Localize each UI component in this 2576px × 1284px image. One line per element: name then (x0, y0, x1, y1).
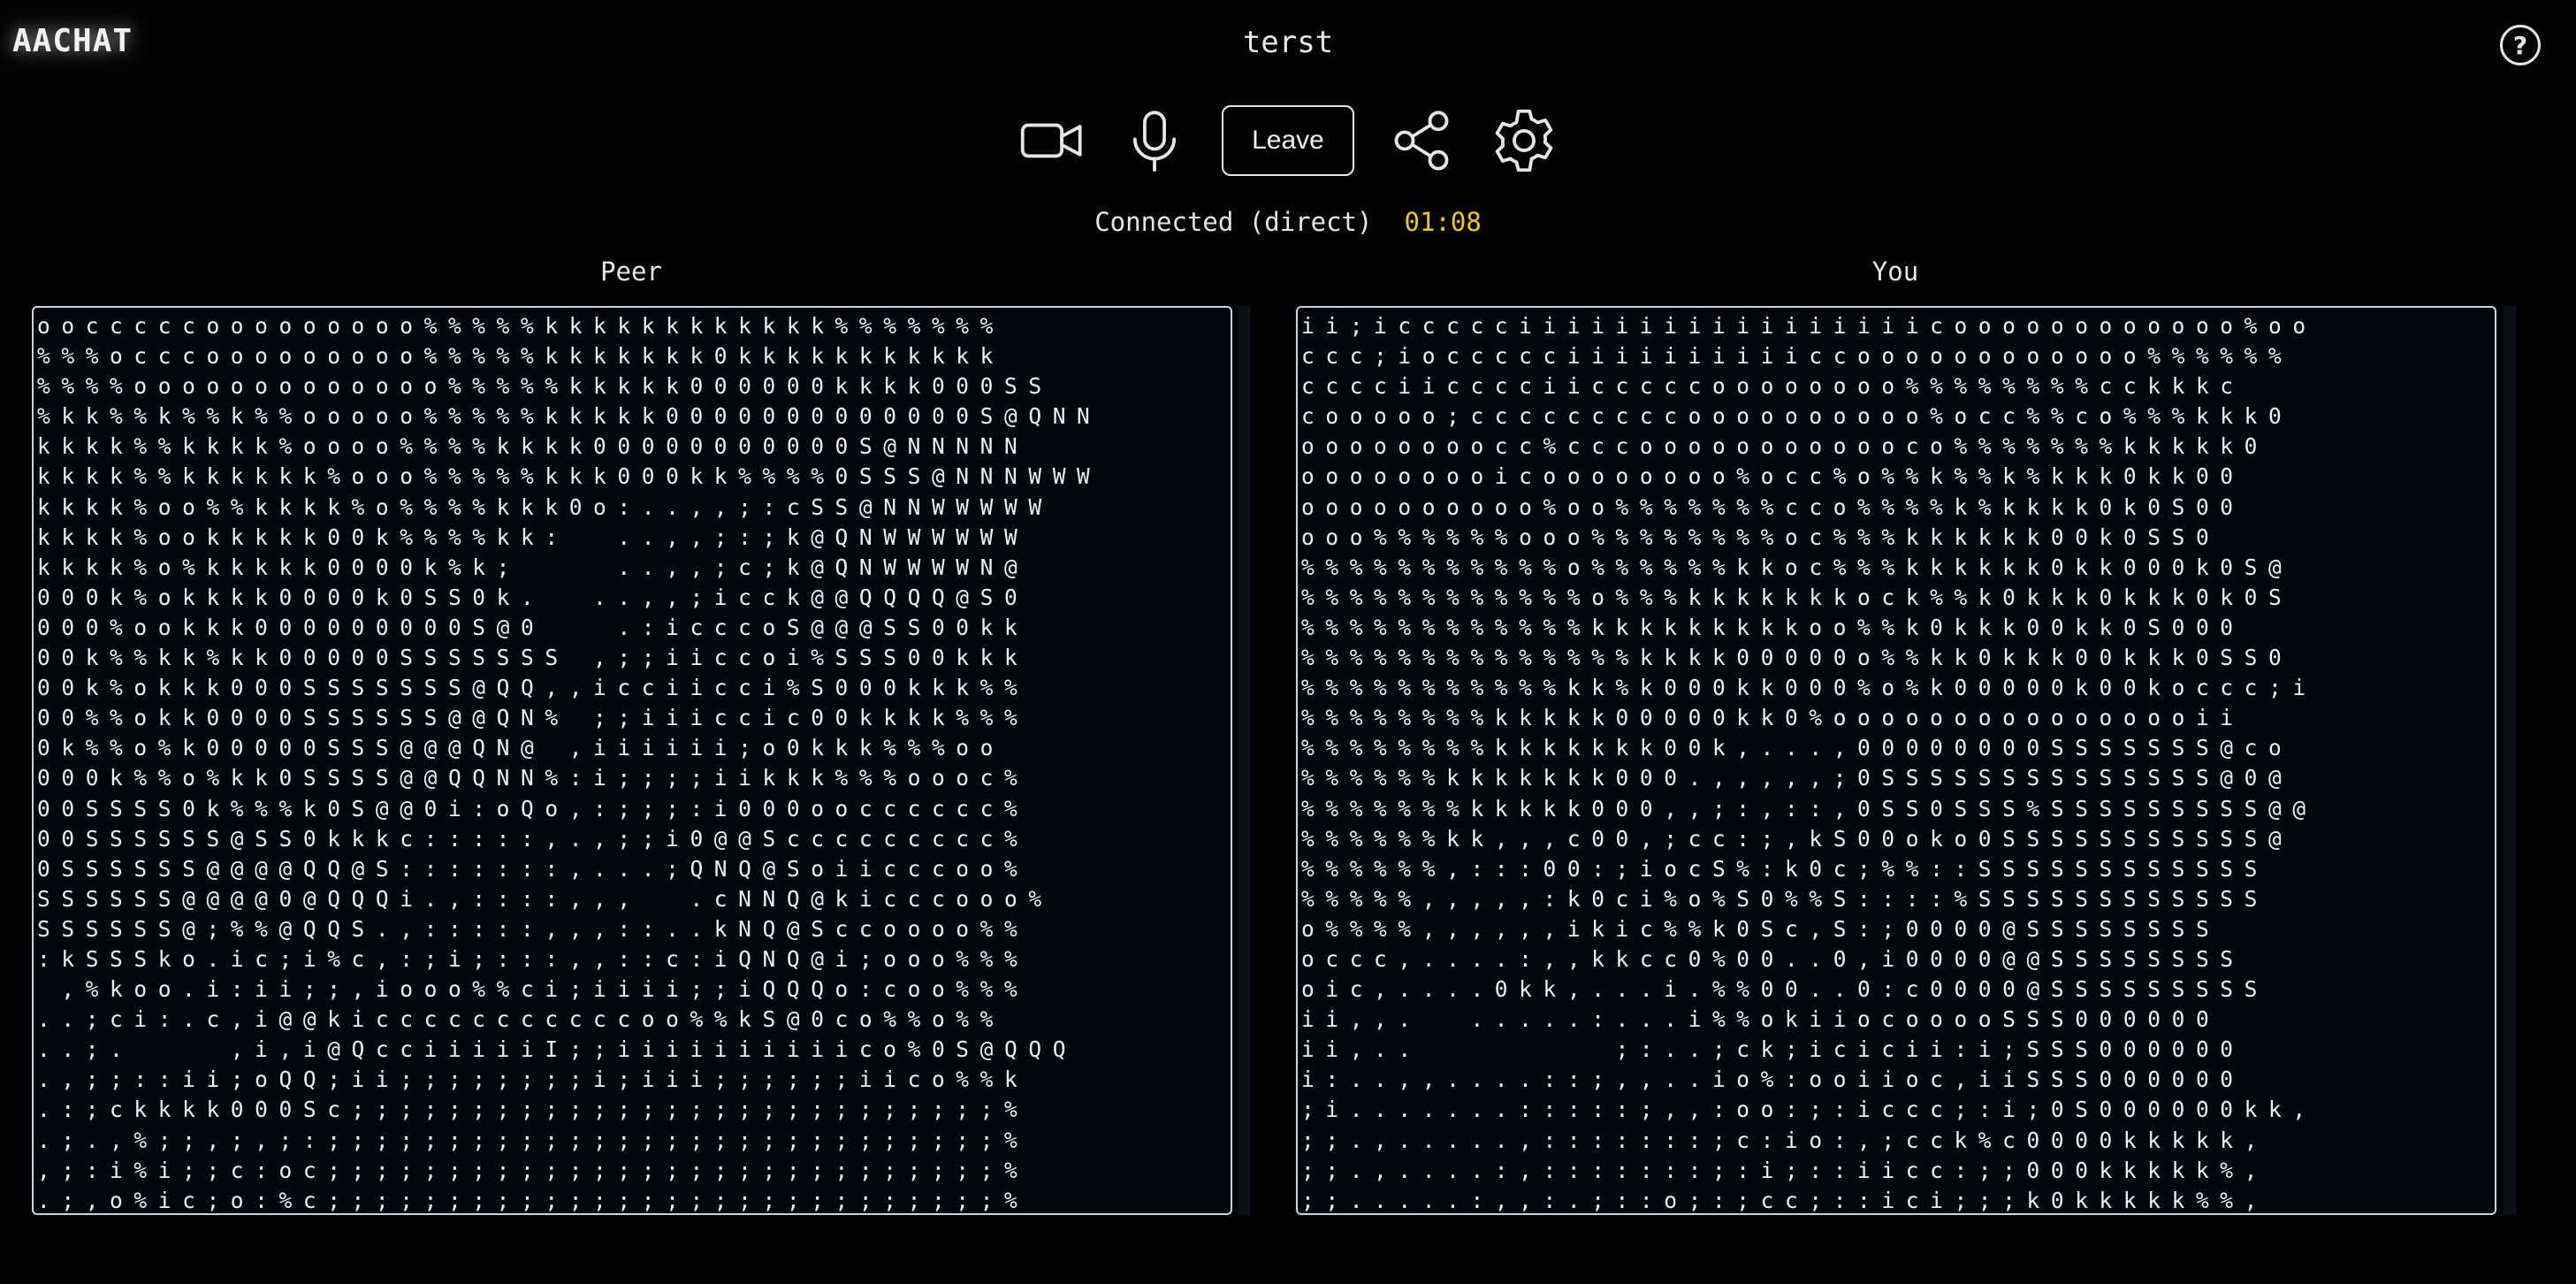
connection-status: Connected (direct) 01:08 (0, 207, 2576, 237)
leave-button[interactable]: Leave (1222, 105, 1354, 176)
call-toolbar: Leave (0, 104, 2576, 177)
gear-icon[interactable] (1489, 105, 1559, 176)
help-icon-glyph: ? (2512, 30, 2528, 60)
help-icon[interactable]: ? (2500, 25, 2541, 65)
connection-text: Connected (direct) (1094, 207, 1373, 237)
call-timer: 01:08 (1404, 207, 1482, 237)
you-label: You (1871, 256, 1919, 287)
peer-video-panel: oocccccooooooooo%%%%%kkkkkkkkkkkk%%%%%%%… (32, 306, 1232, 1215)
share-icon[interactable] (1386, 105, 1457, 176)
peer-ascii-video: oocccccooooooooo%%%%%kkkkkkkkkkkk%%%%%%%… (37, 313, 1101, 1213)
microphone-icon[interactable] (1119, 105, 1190, 176)
you-video-panel: ii;iccccciiiiiiiiiiiiiiiiicoooooooooooo%… (1296, 306, 2496, 1215)
you-scrollbar[interactable] (2504, 306, 2516, 1215)
video-camera-icon[interactable] (1017, 105, 1087, 176)
peer-label: Peer (600, 256, 662, 287)
peer-scrollbar[interactable] (1238, 306, 1250, 1215)
you-ascii-video: ii;iccccciiiiiiiiiiiiiiiiicoooooooooooo%… (1301, 313, 2317, 1213)
room-title: terst (1242, 25, 1334, 60)
